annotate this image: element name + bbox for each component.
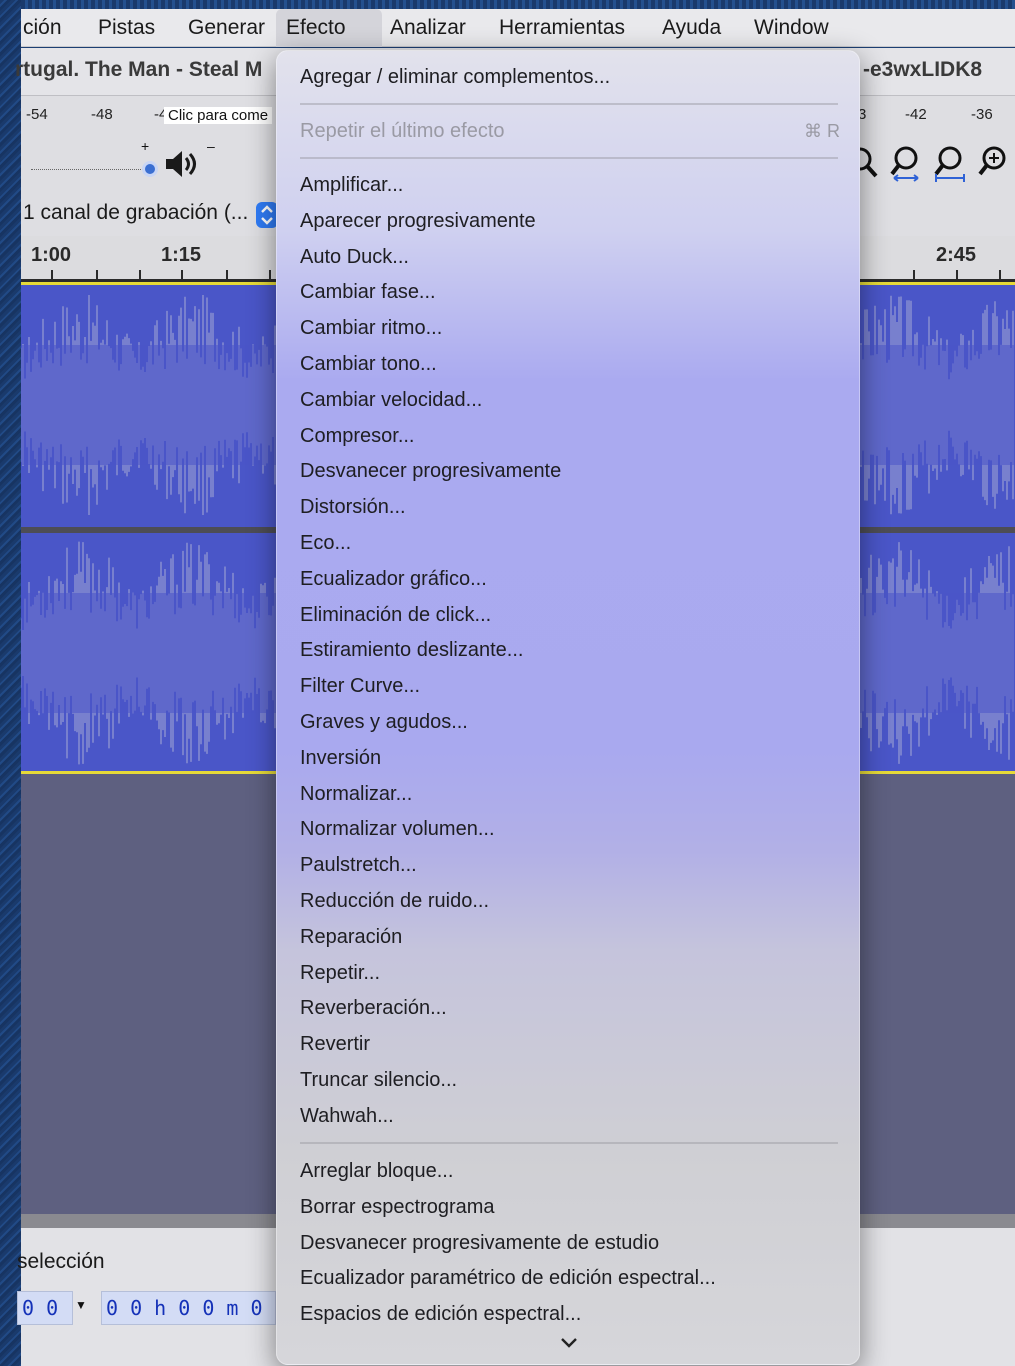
meter-tick: -48 <box>91 106 113 123</box>
menu-item-reverberacion[interactable]: Reverberación... <box>300 991 840 1025</box>
menu-pistas[interactable]: Pistas <box>88 9 165 47</box>
time-format-dropdown[interactable]: ▼ <box>75 1298 87 1312</box>
timeline-tick <box>956 270 958 279</box>
playback-volume-slider[interactable] <box>142 161 158 177</box>
menu-item-paulstretch[interactable]: Paulstretch... <box>300 848 840 882</box>
menu-item-revertir[interactable]: Revertir <box>300 1027 840 1061</box>
menu-item-repeat-last-effect[interactable]: Repetir el último efecto ⌘ R <box>300 114 840 148</box>
recording-channels-select[interactable]: 1 canal de grabación (... <box>23 201 248 225</box>
menu-item-cambiar-velocidad[interactable]: Cambiar velocidad... <box>300 383 840 417</box>
menu-item-borrar-espectrograma[interactable]: Borrar espectrograma <box>300 1190 840 1224</box>
timeline-tick <box>96 270 98 279</box>
menu-item-wahwah[interactable]: Wahwah... <box>300 1099 840 1133</box>
menu-item-arreglar-bloque[interactable]: Arreglar bloque... <box>300 1154 840 1188</box>
desktop-background-top <box>0 0 1015 9</box>
menu-item-add-remove-plugins[interactable]: Agregar / eliminar complementos... <box>300 60 840 94</box>
menu-item-reparacion[interactable]: Reparación <box>300 920 840 954</box>
timeline-tick <box>269 270 271 279</box>
selection-end-time[interactable]: 0 0 h 0 0 m 0 0 . <box>101 1291 276 1325</box>
effect-menu-dropdown: Agregar / eliminar complementos... Repet… <box>276 50 860 1365</box>
timeline-label: 1:15 <box>161 244 202 266</box>
timeline-tick <box>51 270 53 279</box>
menu-item-label: Repetir el último efecto <box>300 120 505 142</box>
selection-label: selección <box>17 1250 105 1273</box>
menu-item-eco[interactable]: Eco... <box>300 526 840 560</box>
menu-item-eliminacion-de-click[interactable]: Eliminación de click... <box>300 598 840 632</box>
zoom-toggle-icon[interactable] <box>974 144 1014 184</box>
menu-item-normalizar[interactable]: Normalizar... <box>300 777 840 811</box>
menu-separator <box>300 103 838 105</box>
menu-shortcut: ⌘ R <box>804 121 840 141</box>
menu-item-graves-y-agudos[interactable]: Graves y agudos... <box>300 705 840 739</box>
window-title-right: -e3wxLIDK8 <box>863 58 983 81</box>
menu-item-cambiar-tono[interactable]: Cambiar tono... <box>300 347 840 381</box>
menu-item-filter-curve[interactable]: Filter Curve... <box>300 669 840 703</box>
timeline-tick <box>999 270 1001 279</box>
meter-tooltip: Clic para come <box>164 107 273 124</box>
menu-item-desvanecer-progresivamente[interactable]: Desvanecer progresivamente <box>300 454 840 488</box>
menu-item-ecualizador-parametrico-de-edicion-espectral[interactable]: Ecualizador paramétrico de edición espec… <box>300 1261 840 1295</box>
menu-item-distorsion[interactable]: Distorsión... <box>300 490 840 524</box>
menu-item-desvanecer-progresivamente-de-estudio[interactable]: Desvanecer progresivamente de estudio <box>300 1226 840 1260</box>
menu-item-espacios-de-edicion-espectral[interactable]: Espacios de edición espectral... <box>300 1297 840 1331</box>
timeline-tick <box>913 270 915 279</box>
window-title-left: rtugal. The Man - Steal M <box>15 58 263 81</box>
menu-generar[interactable]: Generar <box>178 9 275 47</box>
menu-item-amplificar[interactable]: Amplificar... <box>300 168 840 202</box>
meter-tick: -54 <box>26 106 48 123</box>
menu-item-estiramiento-deslizante[interactable]: Estiramiento deslizante... <box>300 633 840 667</box>
recording-channels-stepper[interactable] <box>256 202 278 228</box>
timeline-tick <box>226 270 228 279</box>
volume-minus-label: – <box>207 138 215 154</box>
menu-window[interactable]: Window <box>744 9 839 47</box>
menu-ayuda[interactable]: Ayuda <box>652 9 731 47</box>
menu-item-normalizar-volumen[interactable]: Normalizar volumen... <box>300 812 840 846</box>
meter-tick: -42 <box>905 106 927 123</box>
speaker-icon <box>166 151 196 177</box>
zoom-fit-project-icon[interactable] <box>930 144 970 184</box>
menu-herramientas[interactable]: Herramientas <box>489 9 635 47</box>
volume-plus-label: + <box>141 138 150 154</box>
menu-efecto[interactable]: Efecto <box>276 9 382 47</box>
menu-separator <box>300 157 838 159</box>
chevron-up-down-icon <box>261 205 273 225</box>
desktop-background <box>0 0 21 1366</box>
timeline-tick <box>139 270 141 279</box>
menu-edicion[interactable]: ción <box>13 9 72 47</box>
timeline-label: 1:00 <box>31 244 72 266</box>
menu-separator <box>300 1142 838 1144</box>
menu-item-repetir[interactable]: Repetir... <box>300 956 840 990</box>
menu-analizar[interactable]: Analizar <box>380 9 476 47</box>
menu-item-reduccion-de-ruido[interactable]: Reducción de ruido... <box>300 884 840 918</box>
selection-start-time[interactable]: 0 0 s <box>17 1291 73 1325</box>
meter-tick: -36 <box>971 106 993 123</box>
menu-item-truncar-silencio[interactable]: Truncar silencio... <box>300 1063 840 1097</box>
menu-item-aparecer-progresivamente[interactable]: Aparecer progresivamente <box>300 204 840 238</box>
menu-item-inversion[interactable]: Inversión <box>300 741 840 775</box>
menu-item-compresor[interactable]: Compresor... <box>300 419 840 453</box>
chevron-down-icon[interactable] <box>559 1335 579 1349</box>
menu-item-auto-duck[interactable]: Auto Duck... <box>300 240 840 274</box>
timeline-tick <box>181 270 183 279</box>
menu-item-cambiar-ritmo[interactable]: Cambiar ritmo... <box>300 311 840 345</box>
timeline-label: 2:45 <box>936 244 977 266</box>
menu-bar: ción Pistas Generar Efecto Analizar Herr… <box>21 9 1015 47</box>
zoom-fit-selection-icon[interactable] <box>886 144 926 184</box>
playback-volume-track[interactable] <box>31 169 151 170</box>
menu-item-cambiar-fase[interactable]: Cambiar fase... <box>300 275 840 309</box>
menu-item-ecualizador-grafico[interactable]: Ecualizador gráfico... <box>300 562 840 596</box>
